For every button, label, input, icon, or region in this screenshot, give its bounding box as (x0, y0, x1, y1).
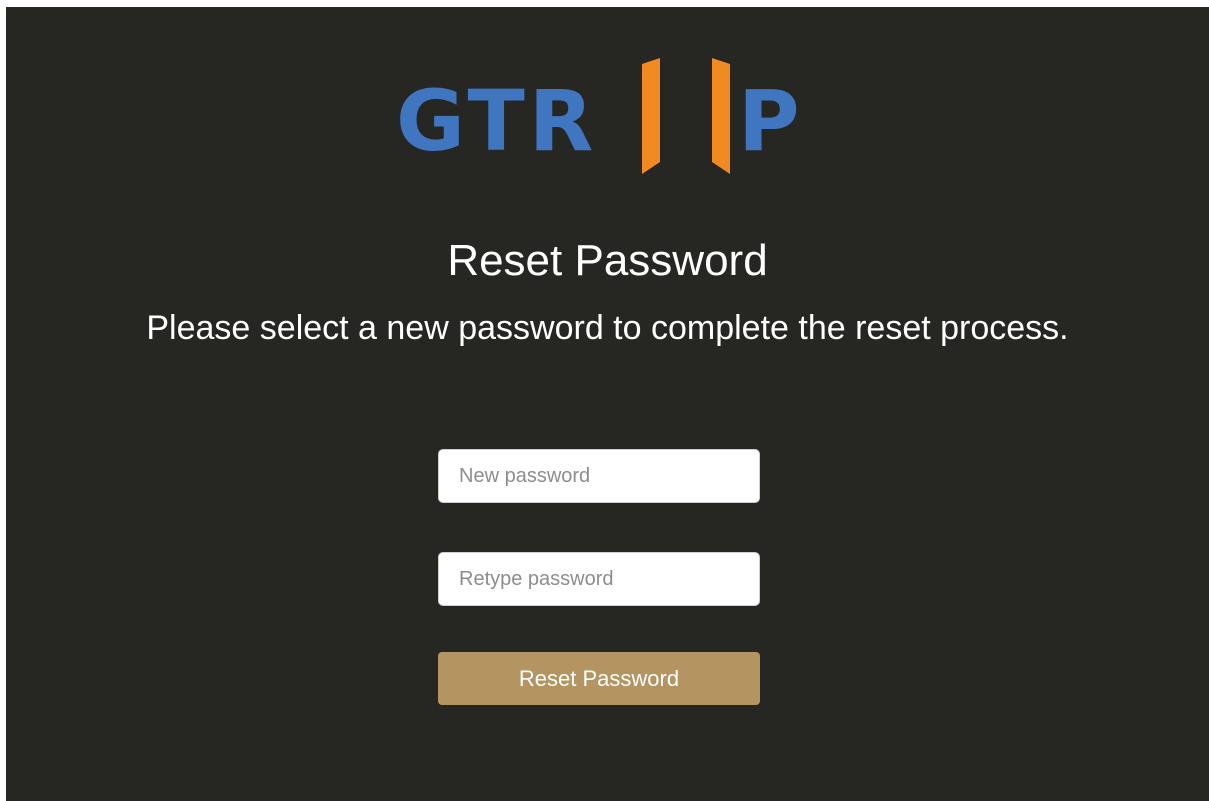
retype-password-input[interactable] (438, 552, 760, 606)
logo-text-p: P (738, 72, 804, 170)
page-title: Reset Password (447, 236, 768, 285)
reset-password-screen: GTR P Reset Password Please select a new… (6, 7, 1209, 801)
page-subtitle: Please select a new password to complete… (146, 309, 1069, 347)
logo-text-gtr: GTR (396, 72, 597, 170)
gtrip-logo: GTR P (396, 58, 804, 174)
reset-password-button[interactable]: Reset Password (438, 652, 760, 705)
logo-bracket-right-icon (642, 58, 660, 174)
new-password-input[interactable] (438, 449, 760, 503)
logo-bracket-left-icon (712, 58, 730, 174)
